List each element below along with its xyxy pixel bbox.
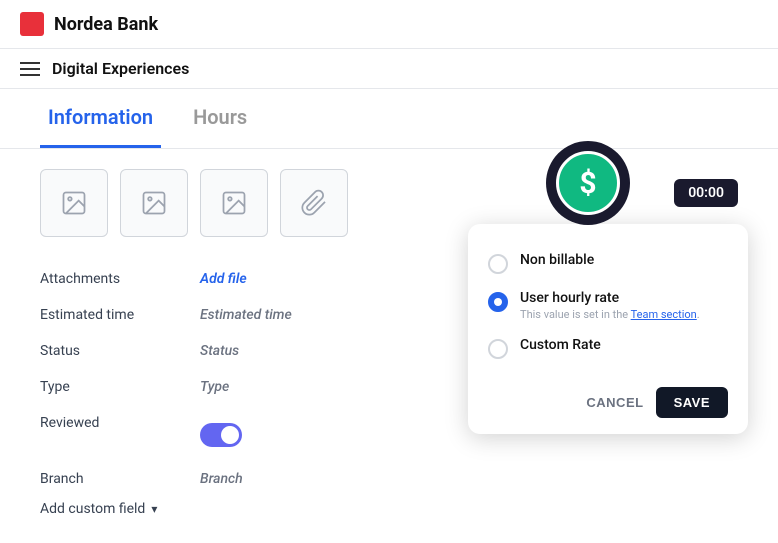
branch-label: Branch xyxy=(40,461,200,497)
brand-name: Nordea Bank xyxy=(54,14,158,35)
billing-popup: Non billable User hourly rate This value… xyxy=(468,224,748,434)
attachments-label: Attachments xyxy=(40,261,200,297)
dollar-button-wrapper[interactable]: $ xyxy=(546,141,630,225)
toggle-thumb xyxy=(221,426,239,444)
main-content: Attachments Add file Estimated time Esti… xyxy=(0,149,778,537)
timer-badge[interactable]: 00:00 xyxy=(674,179,738,207)
dollar-outer-circle: $ xyxy=(546,141,630,225)
radio-user-hourly-rate[interactable] xyxy=(488,292,508,312)
tabs-bar: Information Hours xyxy=(0,89,778,149)
branch-value[interactable]: Branch xyxy=(200,461,738,497)
reviewed-toggle[interactable] xyxy=(200,423,242,447)
user-hourly-rate-label: User hourly rate xyxy=(520,290,700,306)
option-non-billable[interactable]: Non billable xyxy=(488,244,728,282)
popup-actions: CANCEL SAVE xyxy=(488,379,728,418)
tab-hours[interactable]: Hours xyxy=(185,89,255,148)
dollar-symbol: $ xyxy=(579,166,596,201)
logo-box xyxy=(20,12,44,36)
type-label: Type xyxy=(40,369,200,405)
thumbnail-1[interactable] xyxy=(40,169,108,237)
tab-information[interactable]: Information xyxy=(40,89,161,148)
navbar: Digital Experiences xyxy=(0,49,778,89)
status-label: Status xyxy=(40,333,200,369)
hamburger-icon[interactable] xyxy=(20,62,40,76)
add-custom-field[interactable]: Add custom field ▾ xyxy=(40,501,738,517)
user-hourly-rate-sublabel: This value is set in the Team section. xyxy=(520,308,700,321)
reviewed-label: Reviewed xyxy=(40,405,200,461)
radio-non-billable[interactable] xyxy=(488,254,508,274)
thumbnail-3[interactable] xyxy=(200,169,268,237)
app-header: Nordea Bank xyxy=(0,0,778,49)
save-button[interactable]: SAVE xyxy=(656,387,728,418)
non-billable-label: Non billable xyxy=(520,252,594,268)
nav-title: Digital Experiences xyxy=(52,59,189,78)
estimated-time-label: Estimated time xyxy=(40,297,200,333)
dollar-inner-circle: $ xyxy=(556,151,620,215)
add-custom-label: Add custom field xyxy=(40,501,145,517)
cancel-button[interactable]: CANCEL xyxy=(586,387,643,418)
chevron-down-icon: ▾ xyxy=(151,502,157,516)
option-custom-rate[interactable]: Custom Rate xyxy=(488,329,728,367)
option-user-hourly-rate[interactable]: User hourly rate This value is set in th… xyxy=(488,282,728,329)
team-section-link[interactable]: Team section xyxy=(631,308,697,321)
custom-rate-label: Custom Rate xyxy=(520,337,601,353)
thumbnail-2[interactable] xyxy=(120,169,188,237)
radio-custom-rate[interactable] xyxy=(488,339,508,359)
thumbnail-attachment[interactable] xyxy=(280,169,348,237)
